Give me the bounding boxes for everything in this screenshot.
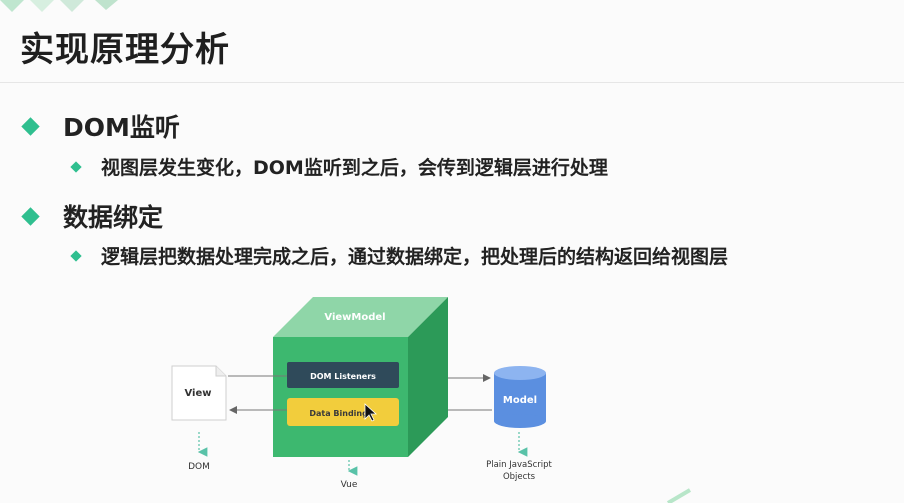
mvvm-diagram: ViewModel DOM Listeners Data Bindings Vi… [171,297,692,503]
slide: 实现原理分析 DOM监听 视图层发生变化，DOM监听到之后，会传到逻辑层进行处理… [0,0,904,503]
vue-caption: Vue [341,480,358,490]
viewmodel-cube-front [273,337,408,457]
data-bindings-label: Data Bindings [309,409,372,418]
dom-listeners-label: DOM Listeners [310,372,376,381]
view-label: View [184,388,211,399]
pjo-caption-line1: Plain JavaScript [486,460,552,470]
pjo-caption-line2: Objects [503,472,536,482]
bottom-decoration-icon [666,488,692,503]
model-label: Model [503,395,537,406]
dom-caption: DOM [188,462,210,472]
viewmodel-label: ViewModel [324,312,385,323]
